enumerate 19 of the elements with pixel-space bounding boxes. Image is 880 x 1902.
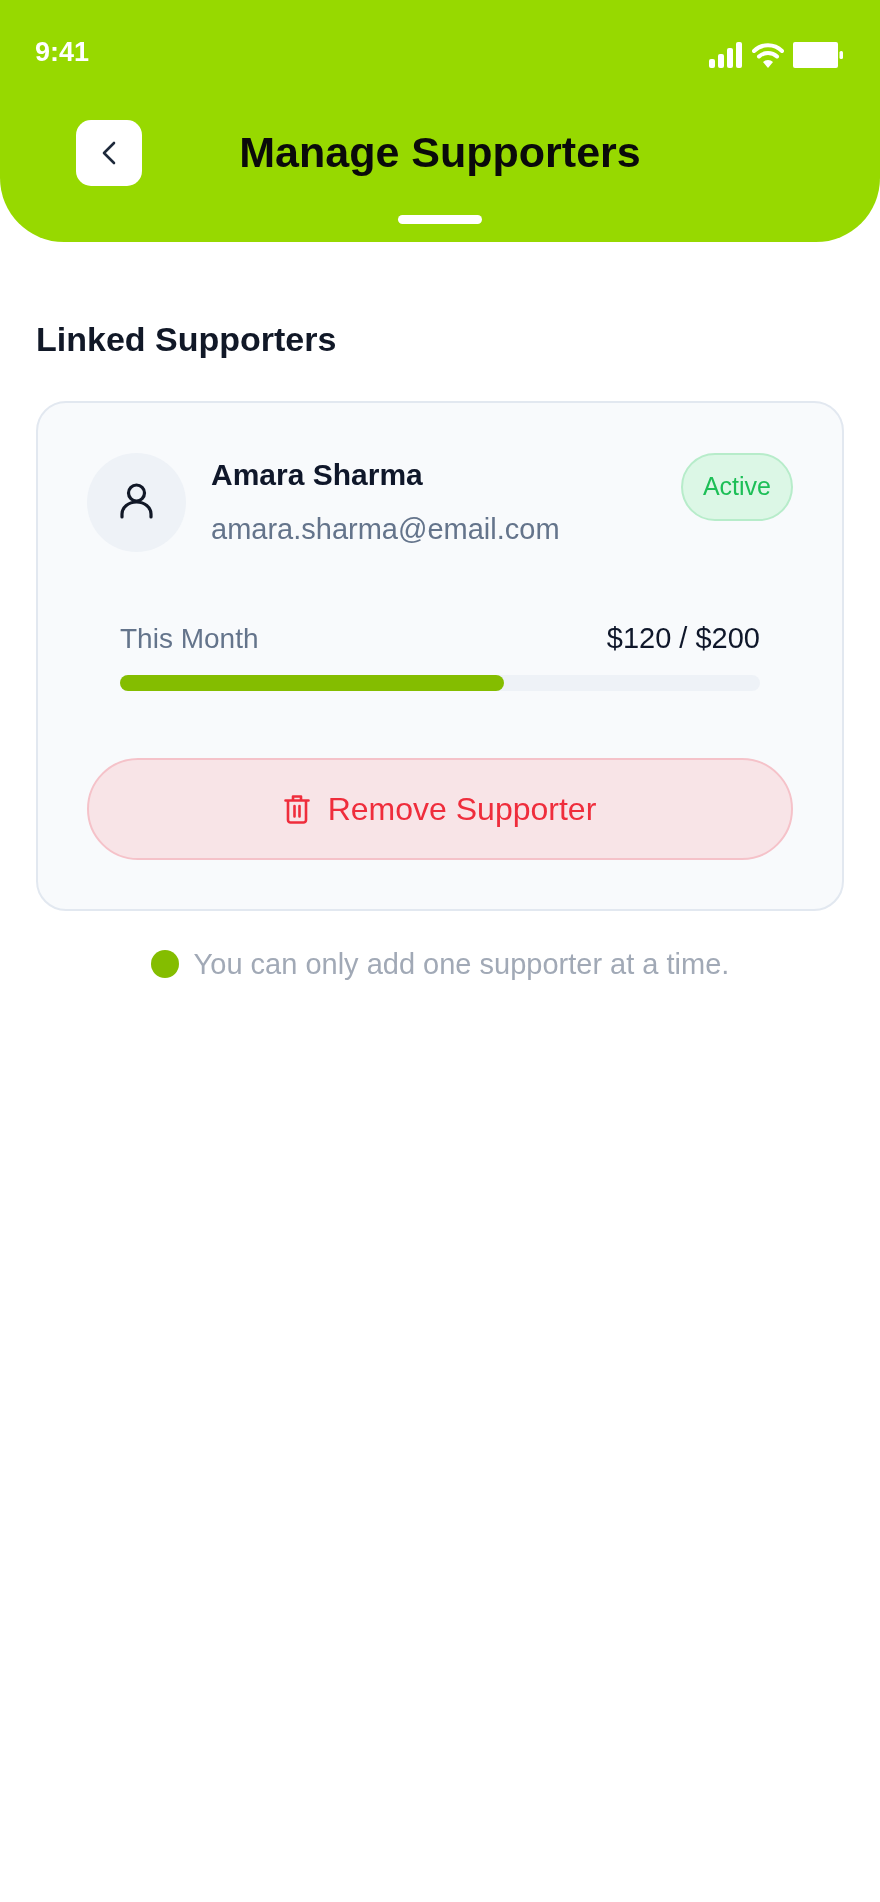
page-title: Manage Supporters xyxy=(238,127,642,179)
usage-label: This Month xyxy=(120,621,259,656)
handle-bar-icon xyxy=(398,215,482,224)
battery-icon xyxy=(793,42,843,68)
remove-supporter-button[interactable]: Remove Supporter xyxy=(87,757,793,860)
info-note: You can only add one supporter at a time. xyxy=(193,946,730,982)
trash-icon xyxy=(283,793,310,824)
back-button[interactable] xyxy=(76,120,142,186)
status-badge: Active xyxy=(680,453,793,522)
dot-icon xyxy=(150,950,179,979)
chevron-left-icon xyxy=(102,141,116,165)
wifi-icon xyxy=(752,42,784,68)
status-time: 9:41 xyxy=(35,39,90,66)
user-avatar-icon xyxy=(87,453,186,553)
supporter-name: Amara Sharma xyxy=(211,457,424,494)
section-title: Linked Supporters xyxy=(36,320,338,360)
supporter-email: amara.sharma@email.com xyxy=(211,512,561,547)
usage-amount: $120 / $200 xyxy=(606,621,760,656)
signal-icon xyxy=(709,42,743,68)
